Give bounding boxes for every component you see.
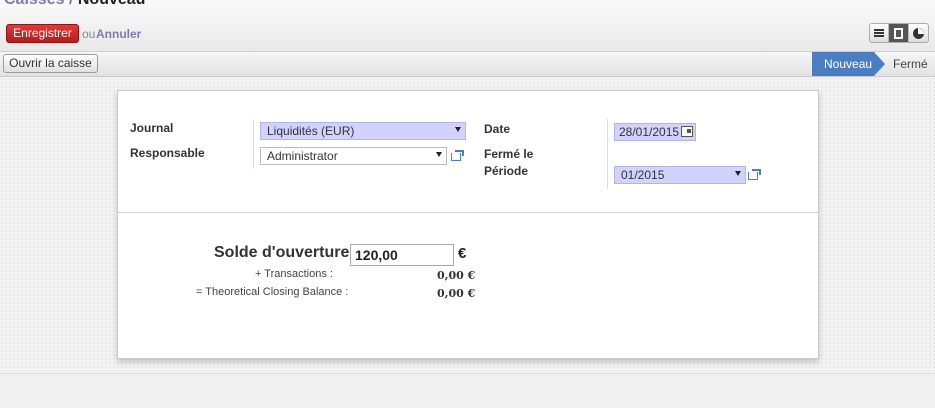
opening-balance-input[interactable]: 120,00 xyxy=(350,244,454,266)
opening-balance-label: Solde d'ouverture : xyxy=(214,244,360,261)
period-label: Période xyxy=(484,164,529,178)
breadcrumb-parent-link[interactable]: Caisses xyxy=(4,0,65,8)
period-value: 01/2015 xyxy=(621,168,665,182)
view-switcher xyxy=(869,23,929,43)
period-select[interactable]: 01/2015 xyxy=(614,166,746,184)
or-text: ou xyxy=(82,27,96,41)
graph-icon xyxy=(912,27,924,39)
save-button[interactable]: Enregistrer xyxy=(6,24,79,43)
open-register-button[interactable]: Ouvrir la caisse xyxy=(3,54,98,73)
stage-ferme[interactable]: Fermé xyxy=(893,52,928,76)
graph-view-button[interactable] xyxy=(909,24,928,42)
theoretical-closing-label: = Theoretical Closing Balance : xyxy=(196,286,349,298)
group-divider-right xyxy=(607,119,608,189)
calendar-icon[interactable] xyxy=(681,126,693,137)
journal-label: Journal xyxy=(130,121,174,135)
list-icon xyxy=(874,29,885,37)
statusbar: Ouvrir la caisse Nouveau Fermé xyxy=(0,52,935,77)
date-input[interactable]: 28/01/2015 xyxy=(614,123,696,141)
transactions-label: + Transactions : xyxy=(255,268,333,280)
transactions-value: 0,00 € xyxy=(437,269,476,282)
responsible-value: Administrator xyxy=(267,149,338,163)
section-divider xyxy=(118,212,818,213)
chevron-down-icon xyxy=(455,127,461,132)
external-link-icon[interactable] xyxy=(451,150,465,161)
closed-date-label: Fermé le xyxy=(484,147,534,161)
date-label: Date xyxy=(484,122,511,136)
responsible-label: Responsable xyxy=(130,146,205,160)
header: Caisses / Nouveau Enregistrer ou Annuler xyxy=(0,0,935,52)
external-link-icon[interactable] xyxy=(748,169,762,180)
journal-value: Liquidités (EUR) xyxy=(267,124,355,138)
responsible-select[interactable]: Administrator xyxy=(260,147,447,165)
breadcrumb-current: Nouveau xyxy=(78,0,146,8)
stage-nouveau[interactable]: Nouveau xyxy=(812,52,874,76)
form-icon xyxy=(894,27,904,39)
cancel-link[interactable]: Annuler xyxy=(96,27,141,41)
chevron-down-icon xyxy=(735,171,741,176)
breadcrumb: Caisses / Nouveau xyxy=(4,0,145,9)
form-sheet: Journal Responsable Liquidités (EUR) Adm… xyxy=(117,90,819,359)
currency-symbol: € xyxy=(458,245,467,262)
theoretical-closing-value: 0,00 € xyxy=(437,287,476,300)
list-view-button[interactable] xyxy=(870,24,890,42)
stage-arrow-icon xyxy=(874,52,885,76)
date-value: 28/01/2015 xyxy=(619,125,680,139)
breadcrumb-separator: / xyxy=(69,0,73,8)
journal-select[interactable]: Liquidités (EUR) xyxy=(260,122,466,140)
chevron-down-icon xyxy=(436,152,442,157)
group-divider-left xyxy=(253,119,254,169)
form-view-button[interactable] xyxy=(889,24,909,42)
